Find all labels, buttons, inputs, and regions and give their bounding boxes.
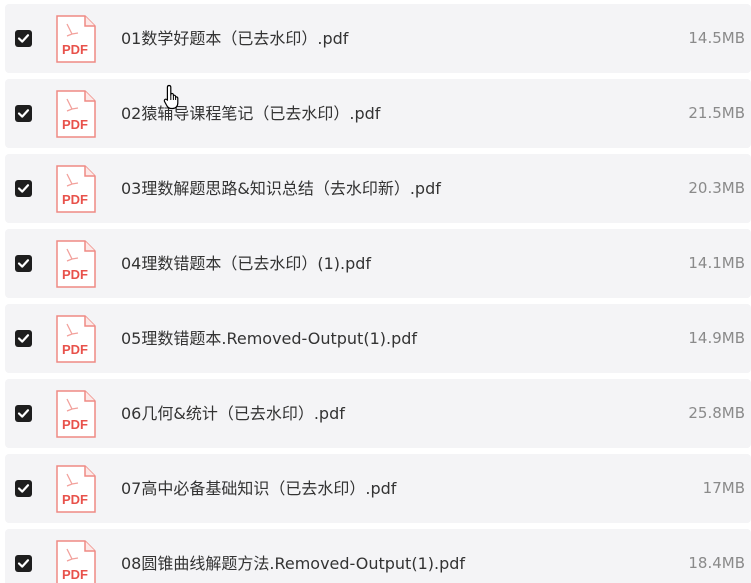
- file-size: 14.9MB: [688, 329, 745, 347]
- file-name: 04理数错题本（已去水印）(1).pdf: [121, 254, 372, 273]
- file-row[interactable]: PDF 07高中必备基础知识（已去水印）.pdf 17MB: [5, 454, 751, 523]
- file-size: 17MB: [702, 479, 745, 497]
- svg-text:PDF: PDF: [62, 42, 88, 57]
- file-row[interactable]: PDF 02猿辅导课程笔记（已去水印）.pdf 21.5MB: [5, 79, 751, 148]
- pdf-file-icon: PDF: [56, 465, 96, 513]
- file-size: 20.3MB: [688, 179, 745, 197]
- checkbox[interactable]: [15, 555, 32, 572]
- checkmark-icon: [17, 484, 30, 493]
- checkmark-icon: [17, 184, 30, 193]
- file-row[interactable]: PDF 08圆锥曲线解题方法.Removed-Output(1).pdf 18.…: [5, 529, 751, 583]
- file-size: 21.5MB: [688, 104, 745, 122]
- checkbox[interactable]: [15, 180, 32, 197]
- file-name: 08圆锥曲线解题方法.Removed-Output(1).pdf: [121, 554, 466, 573]
- file-name: 05理数错题本.Removed-Output(1).pdf: [121, 329, 418, 348]
- svg-text:PDF: PDF: [62, 342, 88, 357]
- file-size: 18.4MB: [688, 554, 745, 572]
- file-size: 14.5MB: [688, 29, 745, 47]
- svg-text:PDF: PDF: [62, 117, 88, 132]
- file-row[interactable]: PDF 03理数解题思路&知识总结（去水印新）.pdf 20.3MB: [5, 154, 751, 223]
- file-size: 25.8MB: [688, 404, 745, 422]
- svg-text:PDF: PDF: [62, 267, 88, 282]
- checkmark-icon: [17, 334, 30, 343]
- pdf-file-icon: PDF: [56, 165, 96, 213]
- checkbox[interactable]: [15, 105, 32, 122]
- file-name: 06几何&统计（已去水印）.pdf: [121, 404, 345, 423]
- pdf-file-icon: PDF: [56, 390, 96, 438]
- file-row[interactable]: PDF 01数学好题本（已去水印）.pdf 14.5MB: [5, 4, 751, 73]
- file-list: PDF 01数学好题本（已去水印）.pdf 14.5MB PDF 02猿辅导课程…: [0, 0, 751, 583]
- checkbox[interactable]: [15, 330, 32, 347]
- checkbox[interactable]: [15, 30, 32, 47]
- checkmark-icon: [17, 409, 30, 418]
- pdf-file-icon: PDF: [56, 540, 96, 583]
- file-name: 01数学好题本（已去水印）.pdf: [121, 29, 349, 48]
- pdf-file-icon: PDF: [56, 315, 96, 363]
- file-row[interactable]: PDF 05理数错题本.Removed-Output(1).pdf 14.9MB: [5, 304, 751, 373]
- svg-text:PDF: PDF: [62, 567, 88, 582]
- pdf-file-icon: PDF: [56, 15, 96, 63]
- checkmark-icon: [17, 259, 30, 268]
- file-row[interactable]: PDF 06几何&统计（已去水印）.pdf 25.8MB: [5, 379, 751, 448]
- pdf-file-icon: PDF: [56, 240, 96, 288]
- svg-text:PDF: PDF: [62, 492, 88, 507]
- file-size: 14.1MB: [688, 254, 745, 272]
- svg-text:PDF: PDF: [62, 417, 88, 432]
- checkbox[interactable]: [15, 405, 32, 422]
- pdf-file-icon: PDF: [56, 90, 96, 138]
- checkbox[interactable]: [15, 480, 32, 497]
- file-name: 02猿辅导课程笔记（已去水印）.pdf: [121, 104, 381, 123]
- checkbox[interactable]: [15, 255, 32, 272]
- file-name: 07高中必备基础知识（已去水印）.pdf: [121, 479, 397, 498]
- checkmark-icon: [17, 34, 30, 43]
- checkmark-icon: [17, 559, 30, 568]
- file-row[interactable]: PDF 04理数错题本（已去水印）(1).pdf 14.1MB: [5, 229, 751, 298]
- file-name: 03理数解题思路&知识总结（去水印新）.pdf: [121, 179, 441, 198]
- svg-text:PDF: PDF: [62, 192, 88, 207]
- checkmark-icon: [17, 109, 30, 118]
